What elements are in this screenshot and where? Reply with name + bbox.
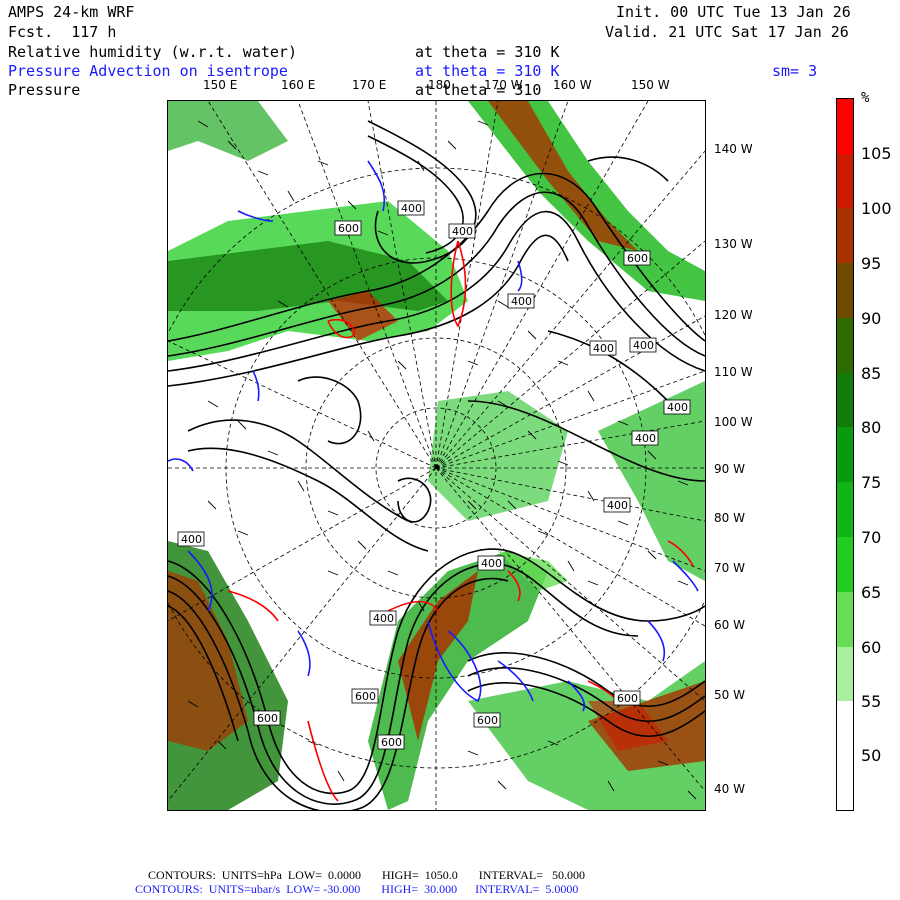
svg-text:400: 400 <box>373 612 394 625</box>
contour-label: 600 <box>334 220 362 236</box>
svg-text:600: 600 <box>355 690 376 703</box>
svg-text:600: 600 <box>257 712 278 725</box>
svg-text:400: 400 <box>481 557 502 570</box>
model-title: AMPS 24-km WRF <box>8 3 135 21</box>
svg-text:600: 600 <box>477 714 498 727</box>
svg-text:400: 400 <box>511 295 532 308</box>
colorbar-segment <box>837 99 853 154</box>
svg-text:400: 400 <box>635 432 656 445</box>
lon-label-180: 180 <box>428 78 451 92</box>
right-label-60w: 60 W <box>714 618 745 632</box>
svg-text:600: 600 <box>627 252 648 265</box>
init-time: Init. 00 UTC Tue 13 Jan 26 <box>616 3 851 21</box>
contour-label: 400 <box>629 337 657 353</box>
colorbar-label: 50 <box>861 746 882 765</box>
right-label-140w: 140 W <box>714 142 753 156</box>
contour-label: 400 <box>603 497 631 513</box>
forecast-hour: Fcst. 117 h <box>8 23 117 41</box>
valid-time: Valid. 21 UTC Sat 17 Jan 26 <box>605 23 849 41</box>
svg-text:600: 600 <box>617 692 638 705</box>
right-label-110w: 110 W <box>714 365 753 379</box>
contour-label: 600 <box>473 712 501 728</box>
field2-smooth: sm= 3 <box>772 62 818 80</box>
colorbar-segment <box>837 318 853 373</box>
footer-pressure-contours: CONTOURS: UNITS=hPa LOW= 0.0000 HIGH= 10… <box>148 868 585 882</box>
right-label-40w: 40 W <box>714 782 745 796</box>
contour-label: 400 <box>663 399 691 415</box>
svg-text:400: 400 <box>633 339 654 352</box>
colorbar-segment <box>837 154 853 208</box>
right-label-100w: 100 W <box>714 415 753 429</box>
svg-text:400: 400 <box>607 499 628 512</box>
right-label-80w: 80 W <box>714 511 745 525</box>
field2-name: Pressure Advection on isentrope <box>8 62 288 80</box>
svg-text:600: 600 <box>381 736 402 749</box>
colorbar-label: 100 <box>861 199 892 218</box>
footer-advection-contours: CONTOURS: UNITS=ubar/s LOW= -30.000 HIGH… <box>135 882 579 896</box>
colorbar-segment <box>837 208 853 263</box>
contour-label: 600 <box>623 250 651 266</box>
lon-label-160w: 160 W <box>553 78 592 92</box>
lon-label-150e: 150 E <box>203 78 238 92</box>
colorbar-segment <box>837 701 853 810</box>
contour-label: 400 <box>507 293 535 309</box>
contour-label: 400 <box>589 340 617 356</box>
colorbar-segment <box>837 373 853 427</box>
colorbar-label: 95 <box>861 254 882 273</box>
weather-map: 600 400 400 600 400 400 400 400 400 400 … <box>167 100 706 811</box>
right-label-90w: 90 W <box>714 462 745 476</box>
colorbar <box>836 98 854 811</box>
right-label-50w: 50 W <box>714 688 745 702</box>
colorbar-label: 85 <box>861 364 882 383</box>
contour-label: 400 <box>369 610 397 626</box>
contour-label: 600 <box>253 710 281 726</box>
colorbar-segment <box>837 592 853 647</box>
colorbar-segment <box>837 427 853 482</box>
contour-label: 400 <box>477 555 505 571</box>
colorbar-segment <box>837 537 853 592</box>
svg-text:600: 600 <box>338 222 359 235</box>
lon-label-170w: 170 W <box>484 78 523 92</box>
colorbar-label: 75 <box>861 473 882 492</box>
contour-label: 400 <box>177 531 205 547</box>
contour-label: 600 <box>351 688 379 704</box>
colorbar-label: 70 <box>861 528 882 547</box>
colorbar-segment <box>837 647 853 701</box>
colorbar-label: 90 <box>861 309 882 328</box>
right-label-120w: 120 W <box>714 308 753 322</box>
contour-label: 400 <box>631 430 659 446</box>
svg-text:400: 400 <box>181 533 202 546</box>
contour-label: 400 <box>397 200 425 216</box>
colorbar-segment <box>837 482 853 537</box>
right-label-130w: 130 W <box>714 237 753 251</box>
colorbar-label: 80 <box>861 418 882 437</box>
field1-name: Relative humidity (w.r.t. water) <box>8 43 297 61</box>
field1-level: at theta = 310 K <box>415 43 560 61</box>
lon-label-150w: 150 W <box>631 78 670 92</box>
contour-label: 400 <box>448 223 476 239</box>
svg-text:400: 400 <box>667 401 688 414</box>
svg-text:400: 400 <box>593 342 614 355</box>
map-svg: 600 400 400 600 400 400 400 400 400 400 … <box>168 101 705 810</box>
svg-text:400: 400 <box>401 202 422 215</box>
colorbar-label: 60 <box>861 638 882 657</box>
contour-label: 600 <box>613 690 641 706</box>
contour-label: 600 <box>377 734 405 750</box>
lon-label-160e: 160 E <box>281 78 316 92</box>
right-label-70w: 70 W <box>714 561 745 575</box>
colorbar-label: 65 <box>861 583 882 602</box>
lon-label-170e: 170 E <box>352 78 387 92</box>
colorbar-unit: % <box>861 90 870 106</box>
colorbar-segment <box>837 263 853 318</box>
svg-text:400: 400 <box>452 225 473 238</box>
colorbar-label: 55 <box>861 692 882 711</box>
colorbar-label: 105 <box>861 144 892 163</box>
field3-name: Pressure <box>8 81 81 99</box>
